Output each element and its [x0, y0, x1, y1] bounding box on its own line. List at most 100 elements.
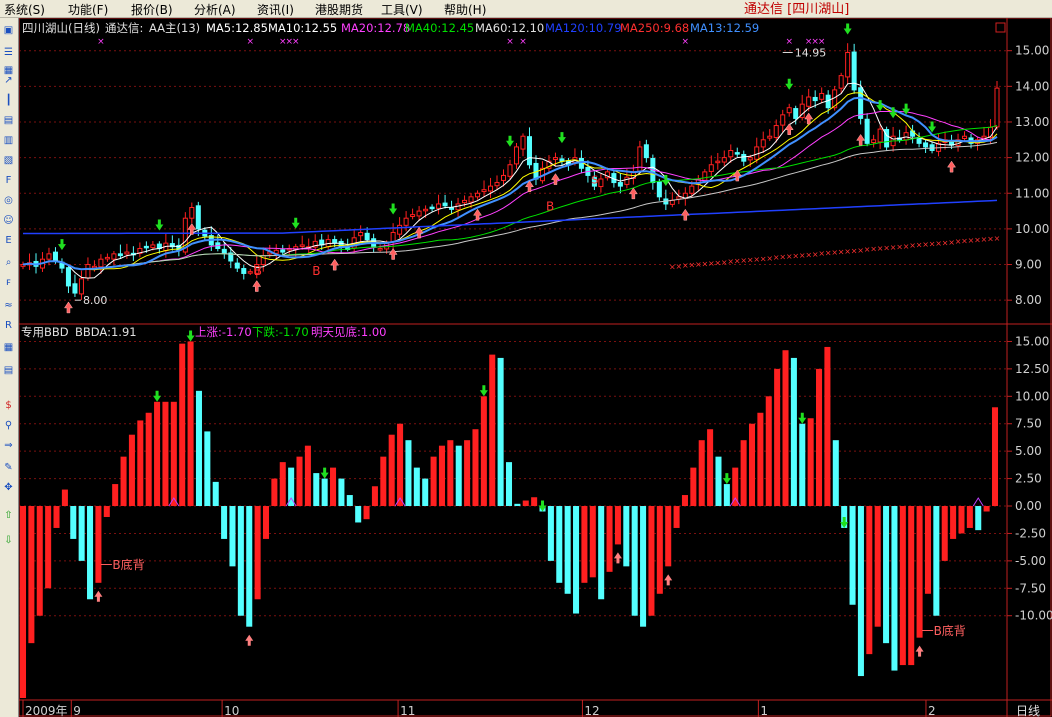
candle[interactable]: [617, 182, 623, 187]
candle[interactable]: [104, 256, 110, 260]
bbd-bar[interactable]: [698, 440, 705, 507]
etf2-icon[interactable]: ꜰ: [1, 275, 16, 290]
candle[interactable]: [520, 135, 526, 150]
candle[interactable]: [624, 176, 630, 185]
candle[interactable]: [786, 107, 792, 114]
bbd-bar[interactable]: [715, 456, 722, 507]
rsi-icon[interactable]: R: [1, 318, 16, 333]
bbd-bar[interactable]: [221, 506, 228, 539]
bbd-bar[interactable]: [237, 506, 244, 616]
menu-analysis[interactable]: 分析(A): [194, 1, 236, 18]
candle[interactable]: [812, 96, 818, 102]
candle[interactable]: [98, 258, 104, 268]
candle[interactable]: [721, 157, 727, 163]
bbd-bar[interactable]: [816, 368, 823, 507]
bbd-bar[interactable]: [170, 401, 177, 507]
bbd-bar[interactable]: [179, 343, 186, 507]
candle[interactable]: [767, 135, 773, 139]
bbd-bar[interactable]: [799, 423, 806, 507]
candle[interactable]: [513, 146, 520, 165]
bbd-bar[interactable]: [472, 429, 479, 507]
move-icon[interactable]: ✥: [1, 480, 16, 495]
bbd-bar[interactable]: [28, 506, 35, 644]
bbd-bar[interactable]: [489, 354, 496, 507]
bbd-bar[interactable]: [807, 418, 814, 507]
candle[interactable]: [111, 253, 117, 260]
bbd-bar[interactable]: [832, 440, 839, 507]
bbd-bar[interactable]: [271, 478, 278, 507]
candle[interactable]: [429, 206, 435, 210]
candle[interactable]: [475, 192, 481, 198]
candle[interactable]: [760, 139, 766, 148]
candle[interactable]: [845, 51, 851, 78]
bbd-bar[interactable]: [505, 462, 513, 507]
bbd-bar[interactable]: [103, 506, 110, 517]
pencil-icon[interactable]: ✎: [1, 460, 16, 475]
candle[interactable]: [702, 171, 708, 181]
candle[interactable]: [78, 278, 84, 295]
bbd-bar[interactable]: [288, 467, 295, 507]
bbd-bar[interactable]: [866, 506, 873, 655]
bbd-bar[interactable]: [723, 484, 730, 507]
bbd-bar[interactable]: [204, 431, 211, 507]
candle[interactable]: [85, 264, 91, 279]
bbd-bar[interactable]: [229, 506, 236, 567]
candle[interactable]: [247, 271, 253, 274]
candle[interactable]: [234, 262, 240, 269]
bbd-bar[interactable]: [975, 506, 982, 531]
bbd-bar[interactable]: [748, 423, 756, 507]
candle[interactable]: [143, 245, 149, 249]
calc-icon[interactable]: ▧: [1, 153, 16, 168]
bbd-bar[interactable]: [120, 456, 127, 507]
bbd-bar[interactable]: [321, 478, 328, 507]
bbd-bar[interactable]: [623, 506, 630, 567]
candle-icon[interactable]: ┃: [1, 93, 16, 108]
bbd-bar[interactable]: [195, 390, 202, 507]
candle[interactable]: [72, 283, 78, 294]
bbd-bar[interactable]: [497, 357, 504, 507]
bbd-bar[interactable]: [899, 506, 906, 666]
candle[interactable]: [923, 142, 929, 148]
panel-settings-icon[interactable]: [995, 22, 1006, 33]
bbd-bar[interactable]: [883, 506, 890, 644]
bbd-bar[interactable]: [397, 423, 404, 507]
candle[interactable]: [332, 239, 338, 244]
bbd-bar[interactable]: [690, 467, 697, 507]
bbd-bar[interactable]: [950, 506, 957, 539]
candle[interactable]: [851, 51, 857, 91]
bbd-bar[interactable]: [640, 506, 647, 627]
bbd-bar[interactable]: [154, 401, 161, 507]
bbd-bar[interactable]: [304, 445, 311, 507]
bbd-bar[interactable]: [422, 478, 429, 507]
bbd-bar[interactable]: [464, 440, 471, 507]
bbd-bar[interactable]: [757, 412, 764, 507]
bbd-bar[interactable]: [849, 506, 856, 605]
candle[interactable]: [280, 249, 286, 253]
menu-help[interactable]: 帮助(H): [444, 1, 486, 18]
candle[interactable]: [741, 153, 747, 162]
bbd-bar[interactable]: [36, 506, 43, 616]
candle[interactable]: [864, 118, 870, 144]
bbd-bar[interactable]: [70, 506, 77, 539]
bbd-bar[interactable]: [564, 506, 571, 594]
candle[interactable]: [189, 207, 195, 219]
bbd-bar[interactable]: [547, 506, 554, 561]
menu-quote[interactable]: 报价(B): [131, 1, 173, 18]
list-icon[interactable]: ☰: [1, 45, 16, 60]
bbd-bar[interactable]: [87, 506, 94, 600]
candle[interactable]: [598, 178, 604, 188]
bbd-bar[interactable]: [279, 462, 286, 507]
menu-hk-futures[interactable]: 港股期货: [315, 1, 363, 18]
candle[interactable]: [65, 267, 71, 287]
menu-function[interactable]: 功能(F): [68, 1, 108, 18]
bbd-bar[interactable]: [338, 478, 345, 507]
candle[interactable]: [643, 144, 649, 159]
bbd-bar[interactable]: [112, 484, 119, 507]
bbd-bar[interactable]: [145, 412, 152, 507]
bbd-bar[interactable]: [296, 456, 303, 507]
bbd-bar[interactable]: [162, 401, 169, 507]
candle[interactable]: [994, 87, 1000, 128]
bbd-bar[interactable]: [606, 506, 613, 572]
panel-icon[interactable]: ▤: [1, 363, 16, 378]
candle[interactable]: [962, 135, 968, 140]
